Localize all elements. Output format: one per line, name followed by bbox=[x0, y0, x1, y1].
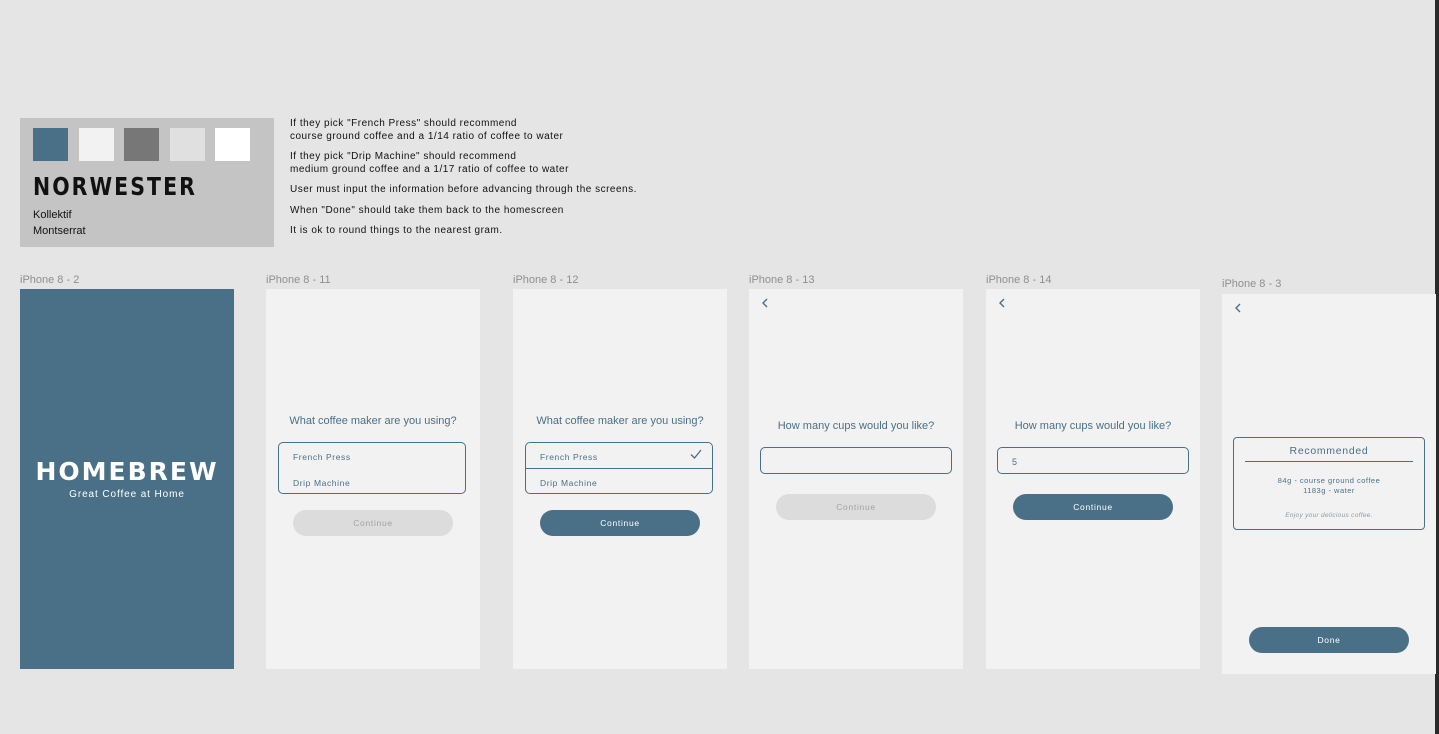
color-swatch-blue bbox=[33, 128, 68, 161]
color-swatch-white bbox=[215, 128, 250, 161]
cups-input[interactable]: 5 bbox=[997, 447, 1189, 474]
coffee-amount: 84g - course ground coffee bbox=[1277, 476, 1381, 485]
question-text: How many cups would you like? bbox=[777, 420, 935, 432]
option-drip-machine[interactable]: Drip Machine bbox=[540, 478, 597, 488]
frame-label[interactable]: iPhone 8 - 11 bbox=[266, 274, 331, 286]
continue-button[interactable]: Continue bbox=[1013, 494, 1173, 520]
cups-screen[interactable]: How many cups would you like? Continue bbox=[749, 289, 963, 669]
note-required-input: User must input the information before a… bbox=[290, 184, 637, 195]
frame-label[interactable]: iPhone 8 - 3 bbox=[1222, 278, 1281, 290]
style-guide-panel: NORWESTER Kollektif Montserrat bbox=[20, 118, 274, 247]
cups-input[interactable] bbox=[760, 447, 952, 474]
brand-name: NORWESTER bbox=[33, 172, 197, 201]
frame-label[interactable]: iPhone 8 - 13 bbox=[749, 274, 814, 286]
continue-button-disabled[interactable]: Continue bbox=[776, 494, 936, 520]
coffee-maker-screen[interactable]: What coffee maker are you using? French … bbox=[266, 289, 480, 669]
note-done-behavior: When "Done" should take them back to the… bbox=[290, 204, 564, 216]
done-button[interactable]: Done bbox=[1249, 627, 1409, 653]
question-text: What coffee maker are you using? bbox=[289, 415, 457, 427]
app-tagline: Great Coffee at Home bbox=[69, 489, 185, 500]
recommendation-card: Recommended 84g - course ground coffee 1… bbox=[1233, 437, 1425, 530]
frame-label[interactable]: iPhone 8 - 2 bbox=[20, 274, 79, 286]
coffee-maker-options: French Press Drip Machine bbox=[525, 442, 713, 494]
frame-label[interactable]: iPhone 8 - 12 bbox=[513, 274, 578, 286]
font-name-primary: Kollektif bbox=[33, 209, 72, 221]
frame-label[interactable]: iPhone 8 - 14 bbox=[986, 274, 1051, 286]
option-drip-machine[interactable]: Drip Machine bbox=[293, 478, 350, 488]
question-text: How many cups would you like? bbox=[1014, 420, 1172, 432]
color-swatch-light bbox=[79, 128, 114, 161]
coffee-maker-options: French Press Drip Machine bbox=[278, 442, 466, 494]
note-french-press: If they pick "French Press" should recom… bbox=[290, 118, 564, 142]
enjoy-message: Enjoy your delicious coffee. bbox=[1285, 512, 1373, 519]
splash-screen[interactable]: HOMEBREW Great Coffee at Home bbox=[20, 289, 234, 669]
option-french-press[interactable]: French Press bbox=[293, 452, 351, 462]
coffee-maker-selected-screen[interactable]: What coffee maker are you using? French … bbox=[513, 289, 727, 669]
back-chevron-icon[interactable] bbox=[1233, 302, 1243, 314]
font-name-secondary: Montserrat bbox=[33, 225, 86, 237]
checkmark-icon bbox=[690, 449, 702, 459]
color-swatch-gray bbox=[124, 128, 159, 161]
note-rounding: It is ok to round things to the nearest … bbox=[290, 225, 503, 236]
cups-filled-screen[interactable]: How many cups would you like? 5 Continue bbox=[986, 289, 1200, 669]
back-chevron-icon[interactable] bbox=[997, 297, 1007, 309]
card-divider bbox=[1245, 461, 1413, 462]
option-divider bbox=[526, 468, 712, 469]
question-text: What coffee maker are you using? bbox=[536, 415, 704, 427]
design-notes: If they pick "French Press" should recom… bbox=[290, 118, 710, 246]
continue-button-disabled[interactable]: Continue bbox=[293, 510, 453, 536]
back-chevron-icon[interactable] bbox=[760, 297, 770, 309]
card-title: Recommended bbox=[1289, 445, 1369, 457]
recommendation-screen[interactable]: Recommended 84g - course ground coffee 1… bbox=[1222, 294, 1436, 674]
note-drip-machine: If they pick "Drip Machine" should recom… bbox=[290, 151, 569, 175]
water-amount: 1183g - water bbox=[1303, 486, 1355, 495]
app-logo: HOMEBREW bbox=[35, 457, 219, 486]
color-swatch-pale bbox=[170, 128, 205, 161]
option-french-press[interactable]: French Press bbox=[540, 452, 598, 462]
continue-button[interactable]: Continue bbox=[540, 510, 700, 536]
